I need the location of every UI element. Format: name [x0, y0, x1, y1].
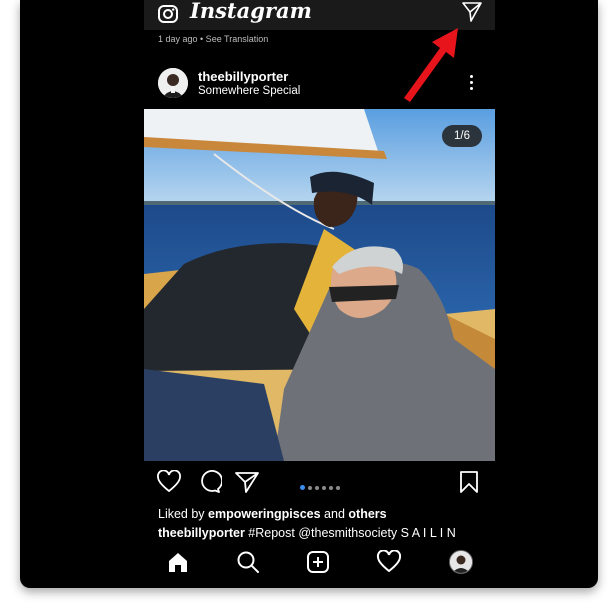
home-icon[interactable] [166, 550, 190, 579]
avatar[interactable] [158, 68, 188, 98]
likes-others[interactable]: others [348, 507, 386, 521]
annotation-arrow-icon [404, 28, 458, 102]
comment-icon[interactable] [196, 470, 223, 499]
likes-prefix: Liked by [158, 507, 209, 521]
bottom-nav [144, 546, 495, 580]
likes-and: and [320, 507, 349, 521]
caption-username[interactable]: theebillyporter [158, 526, 245, 540]
carousel-dot [315, 485, 319, 490]
post-actions [144, 469, 495, 499]
like-heart-icon[interactable] [156, 469, 182, 499]
caption-text: #Repost @thesmithsociety S A I L I N [244, 526, 456, 540]
camera-icon[interactable] [156, 2, 180, 31]
post-location[interactable]: Somewhere Special [198, 85, 300, 97]
previous-post-meta[interactable]: 1 day ago • See Translation [158, 34, 268, 44]
save-bookmark-icon[interactable] [458, 470, 480, 499]
carousel-dot [322, 485, 326, 490]
likes-user[interactable]: empoweringpisces [208, 507, 321, 521]
carousel-indicator [300, 479, 343, 491]
share-icon[interactable] [234, 470, 260, 499]
profile-avatar[interactable] [449, 550, 473, 574]
carousel-counter: 1/6 [442, 125, 482, 147]
post-caption: theebillyporter #Repost @thesmithsociety… [158, 526, 488, 540]
post-username[interactable]: theebillyporter [198, 69, 288, 84]
carousel-dot [300, 485, 305, 491]
carousel-dot [329, 485, 333, 490]
carousel-dot [308, 485, 312, 490]
likes-line[interactable]: Liked by empoweringpisces and others [158, 507, 387, 521]
search-icon[interactable] [236, 550, 260, 579]
phone-frame: Instagram 1 day ago • See Translation th… [20, 0, 598, 588]
post-photo[interactable]: 1/6 [144, 109, 495, 461]
add-post-icon[interactable] [306, 550, 330, 579]
activity-heart-icon[interactable] [376, 549, 402, 579]
carousel-dot [336, 485, 340, 490]
app-logo: Instagram [190, 0, 312, 23]
